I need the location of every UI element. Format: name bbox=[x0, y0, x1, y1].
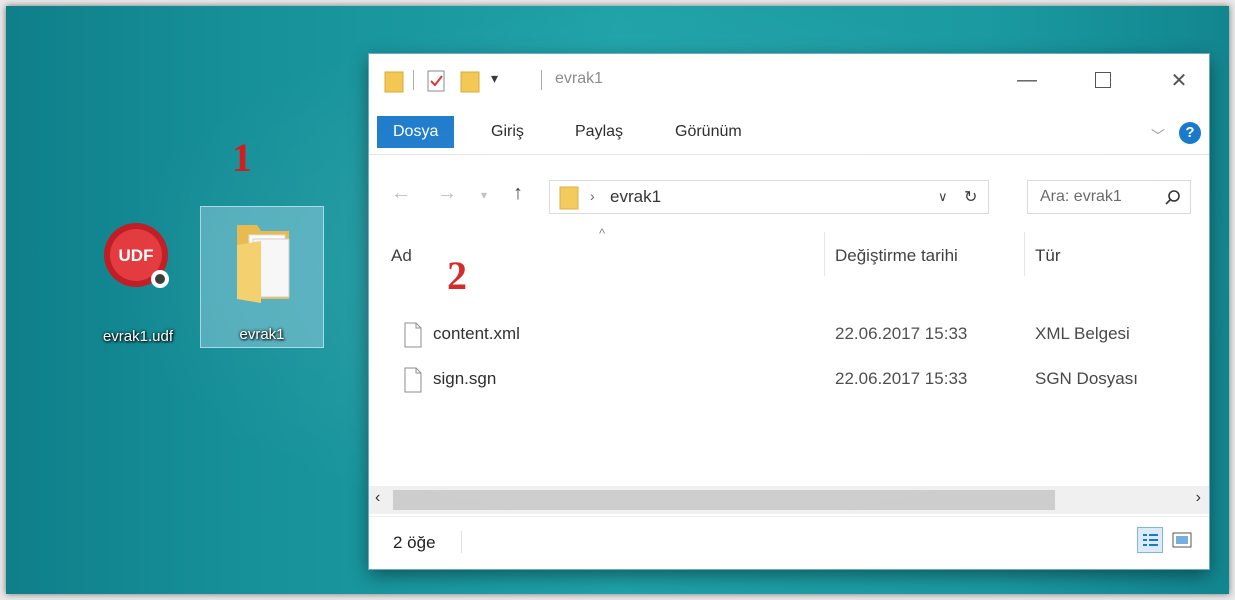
breadcrumb[interactable]: evrak1 bbox=[610, 187, 661, 207]
folder-icon bbox=[237, 225, 290, 303]
sort-ascending-icon: ^ bbox=[599, 226, 606, 241]
document-icon bbox=[404, 367, 422, 393]
address-bar[interactable]: › evrak1 ∨ ↻ bbox=[549, 180, 989, 214]
tab-share[interactable]: Paylaş bbox=[559, 116, 639, 148]
divider bbox=[413, 70, 414, 90]
document-icon bbox=[404, 322, 422, 348]
svg-text:UDF: UDF bbox=[119, 246, 154, 265]
new-folder-icon[interactable] bbox=[459, 68, 481, 94]
file-type: SGN Dosyası bbox=[1035, 369, 1138, 388]
maximize-button[interactable] bbox=[1081, 60, 1125, 100]
large-icons-view-icon bbox=[1172, 532, 1192, 548]
refresh-icon[interactable]: ↻ bbox=[964, 187, 977, 207]
details-view-button[interactable] bbox=[1137, 527, 1163, 553]
scroll-left-icon[interactable]: ‹ bbox=[375, 489, 380, 507]
annotation-number-1: 1 bbox=[232, 135, 252, 180]
status-bar: 2 öğe bbox=[369, 516, 1209, 569]
properties-icon[interactable] bbox=[425, 68, 447, 94]
recent-locations-icon[interactable]: ▾ bbox=[481, 188, 487, 202]
help-icon[interactable]: ? bbox=[1179, 122, 1201, 144]
desktop-icon-folder[interactable]: evrak1 bbox=[200, 206, 324, 348]
minimize-button[interactable]: — bbox=[1005, 60, 1049, 100]
file-name[interactable]: content.xml bbox=[433, 324, 520, 344]
back-button[interactable]: ← bbox=[391, 182, 411, 205]
maximize-icon bbox=[1095, 72, 1111, 88]
desktop: UDF evrak1.udf evrak1 1 ▾ evrak1 — ✕ Dos… bbox=[6, 6, 1229, 594]
file-modified: 22.06.2017 15:33 bbox=[835, 369, 968, 388]
search-icon[interactable] bbox=[1164, 189, 1182, 207]
large-icons-view-button[interactable] bbox=[1169, 527, 1195, 553]
file-row[interactable]: sign.sgn 22.06.2017 15:33 SGN Dosyası bbox=[369, 359, 1209, 399]
minimize-icon: — bbox=[1017, 68, 1037, 91]
scrollbar-thumb[interactable] bbox=[393, 490, 1055, 510]
tab-home[interactable]: Giriş bbox=[475, 116, 540, 148]
scroll-right-icon[interactable]: › bbox=[1196, 489, 1201, 507]
divider bbox=[541, 70, 542, 90]
expand-ribbon-icon[interactable]: ﹀ bbox=[1151, 126, 1165, 146]
column-headers: ^ Ad Değiştirme tarihi Tür bbox=[369, 226, 1209, 276]
annotation-number-2: 2 bbox=[447, 253, 467, 298]
column-header-modified[interactable]: Değiştirme tarihi bbox=[835, 246, 958, 266]
title-bar[interactable]: ▾ evrak1 — ✕ bbox=[369, 54, 1209, 106]
window-title: evrak1 bbox=[555, 70, 604, 87]
column-separator[interactable] bbox=[1024, 232, 1025, 276]
file-row[interactable]: content.xml 22.06.2017 15:33 XML Belgesi bbox=[369, 314, 1209, 354]
desktop-icon-label: evrak1 bbox=[239, 326, 285, 343]
forward-button[interactable]: → bbox=[437, 182, 457, 205]
item-count: 2 öğe bbox=[393, 533, 436, 552]
navigation-bar: ← → ▾ ↑ › evrak1 ∨ ↻ Ara: evrak1 bbox=[369, 166, 1209, 222]
desktop-icon-udf-file[interactable]: UDF evrak1.udf bbox=[76, 209, 200, 351]
ribbon-tabs: Dosya Giriş Paylaş Görünüm ﹀ ? bbox=[369, 112, 1209, 155]
desktop-icon-label: evrak1.udf bbox=[102, 328, 174, 345]
file-name[interactable]: sign.sgn bbox=[433, 369, 496, 389]
address-dropdown-icon[interactable]: ∨ bbox=[938, 189, 948, 205]
search-input[interactable]: Ara: evrak1 bbox=[1040, 188, 1122, 206]
screenshot-frame: UDF evrak1.udf evrak1 1 ▾ evrak1 — ✕ Dos… bbox=[0, 0, 1235, 600]
breadcrumb-chevron-icon: › bbox=[590, 188, 595, 204]
customize-quick-access-icon[interactable]: ▾ bbox=[491, 70, 498, 87]
file-modified: 22.06.2017 15:33 bbox=[835, 324, 968, 343]
file-type: XML Belgesi bbox=[1035, 324, 1130, 343]
horizontal-scrollbar[interactable]: ‹ › bbox=[369, 486, 1209, 514]
column-header-name[interactable]: Ad bbox=[391, 246, 412, 266]
file-explorer-window[interactable]: ▾ evrak1 — ✕ Dosya Giriş Paylaş Görünüm … bbox=[369, 54, 1209, 569]
details-view-icon bbox=[1143, 534, 1158, 546]
tab-view[interactable]: Görünüm bbox=[659, 116, 758, 148]
folder-icon bbox=[559, 186, 579, 210]
folder-icon bbox=[384, 71, 404, 93]
close-button[interactable]: ✕ bbox=[1157, 60, 1201, 100]
close-icon: ✕ bbox=[1170, 69, 1188, 92]
column-separator[interactable] bbox=[824, 232, 825, 276]
up-button[interactable]: ↑ bbox=[513, 182, 523, 205]
column-header-type[interactable]: Tür bbox=[1035, 246, 1061, 266]
divider bbox=[461, 531, 462, 553]
tab-file[interactable]: Dosya bbox=[377, 116, 455, 148]
udf-document-icon: UDF bbox=[104, 223, 169, 288]
search-box[interactable]: Ara: evrak1 bbox=[1027, 180, 1191, 214]
